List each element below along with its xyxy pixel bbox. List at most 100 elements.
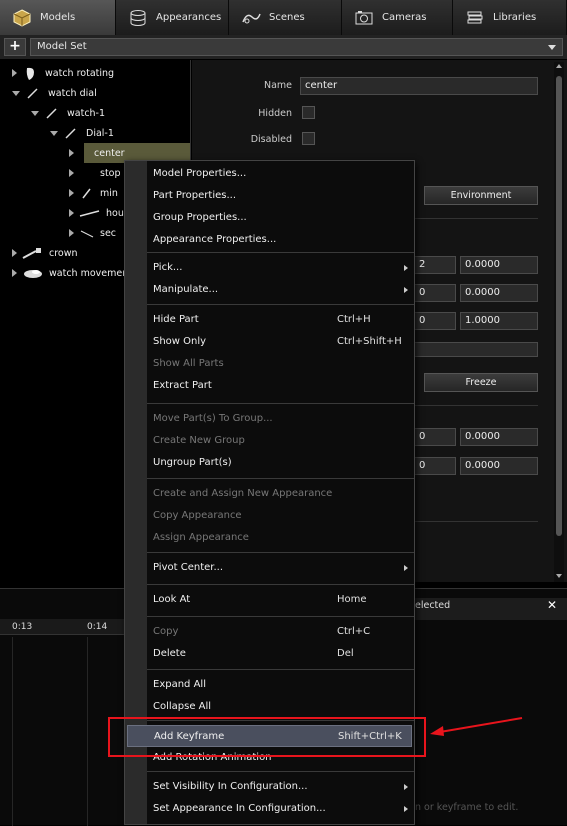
- model-set-bar: + Model Set: [0, 35, 567, 59]
- menu-item-shortcut: Ctrl+Shift+H: [337, 336, 402, 347]
- watch-rotating-icon: [22, 67, 40, 80]
- tree-item-dial-1[interactable]: Dial-1: [50, 123, 190, 143]
- menu-item-expand-all[interactable]: Expand All: [147, 674, 414, 696]
- menu-item-move-part-s-to-group: Move Part(s) To Group...: [147, 408, 414, 430]
- value-field[interactable]: 0.0000: [460, 256, 538, 274]
- menu-item-label: Expand All: [153, 679, 206, 690]
- expand-arrow-icon[interactable]: [12, 249, 17, 257]
- disabled-checkbox[interactable]: [302, 132, 315, 145]
- scrollbar-thumb[interactable]: [556, 76, 562, 536]
- timeline-ruler[interactable]: 0:13 0:14: [0, 619, 125, 635]
- menu-item-model-properties[interactable]: Model Properties...: [147, 163, 414, 185]
- tab-models[interactable]: Models: [0, 0, 116, 35]
- tree-item-label: hou: [106, 207, 124, 219]
- scroll-up-arrow-icon[interactable]: [554, 62, 564, 70]
- tree-item-label: Dial-1: [86, 127, 114, 139]
- freeze-button[interactable]: Freeze: [424, 373, 538, 392]
- tab-label: Libraries: [493, 12, 537, 23]
- tab-appearances[interactable]: Appearances: [116, 0, 229, 35]
- add-model-set-button[interactable]: +: [4, 38, 26, 56]
- value-field[interactable]: 1.0000: [460, 312, 538, 330]
- menu-item-label: Model Properties...: [153, 168, 247, 179]
- menu-item-label: Part Properties...: [153, 190, 236, 201]
- value-field-partial[interactable]: 0: [414, 457, 456, 475]
- divider: [414, 405, 538, 406]
- menu-item-label: Create New Group: [153, 435, 245, 446]
- menu-item-label: Manipulate...: [153, 284, 219, 295]
- appearances-cylinder-icon: [128, 8, 148, 28]
- model-set-dropdown[interactable]: Model Set: [30, 38, 563, 56]
- environment-button[interactable]: Environment: [424, 186, 538, 205]
- expand-arrow-icon[interactable]: [12, 69, 17, 77]
- menu-item-show-only[interactable]: Show Only Ctrl+Shift+H: [147, 331, 414, 353]
- value-field-partial[interactable]: 0: [414, 284, 456, 302]
- tree-item-watch-1[interactable]: watch-1: [31, 103, 190, 123]
- menu-item-delete[interactable]: Delete Del: [147, 643, 414, 665]
- expand-arrow-icon[interactable]: [69, 189, 74, 197]
- name-input[interactable]: center: [300, 77, 538, 95]
- menu-item-pick[interactable]: Pick...: [147, 257, 414, 279]
- name-label: Name: [263, 80, 292, 91]
- value-field[interactable]: 0.0000: [460, 284, 538, 302]
- properties-scrollbar[interactable]: [554, 62, 564, 582]
- tree-item-watch-dial[interactable]: watch dial: [12, 83, 190, 103]
- menu-item-copy: Copy Ctrl+C: [147, 621, 414, 643]
- menu-item-label: Appearance Properties...: [153, 234, 277, 245]
- camera-icon: [354, 8, 374, 28]
- tab-scenes[interactable]: Scenes: [229, 0, 342, 35]
- hidden-checkbox[interactable]: [302, 106, 315, 119]
- close-icon[interactable]: ✕: [547, 598, 557, 612]
- tab-label: Cameras: [382, 12, 427, 23]
- collapse-arrow-icon[interactable]: [31, 110, 39, 116]
- menu-item-group-properties[interactable]: Group Properties...: [147, 207, 414, 229]
- tab-cameras[interactable]: Cameras: [342, 0, 453, 35]
- slider-field[interactable]: [414, 342, 538, 357]
- tree-item-label: sec: [100, 227, 117, 239]
- menu-item-extract-part[interactable]: Extract Part: [147, 375, 414, 397]
- part-icon: [25, 87, 43, 99]
- scroll-down-arrow-icon[interactable]: [554, 572, 564, 580]
- expand-arrow-icon[interactable]: [69, 209, 74, 217]
- menu-item-label: Set Visibility In Configuration...: [153, 781, 308, 792]
- menu-item-look-at[interactable]: Look At Home: [147, 589, 414, 611]
- annotation-arrow-icon: [430, 717, 523, 736]
- menu-item-hide-part[interactable]: Hide Part Ctrl+H: [147, 309, 414, 331]
- expand-arrow-icon[interactable]: [69, 169, 74, 177]
- tree-item-label: watch dial: [48, 87, 97, 99]
- value-field-partial[interactable]: 0: [414, 312, 456, 330]
- timeline-gridline: [87, 637, 88, 826]
- submenu-arrow-icon: [404, 265, 408, 271]
- tree-item-watch-rotating[interactable]: watch rotating: [12, 63, 190, 83]
- expand-arrow-icon[interactable]: [69, 149, 74, 157]
- menu-item-label: Copy Appearance: [153, 510, 242, 521]
- tab-libraries[interactable]: Libraries: [453, 0, 567, 35]
- value-field[interactable]: 0.0000: [460, 428, 538, 446]
- menu-item-set-visibility-in-configuration[interactable]: Set Visibility In Configuration...: [147, 776, 414, 798]
- tree-item-label: watch-1: [67, 107, 106, 119]
- menu-item-ungroup-part-s[interactable]: Ungroup Part(s): [147, 452, 414, 474]
- menu-item-part-properties[interactable]: Part Properties...: [147, 185, 414, 207]
- annotation-highlight-box: [108, 717, 426, 757]
- divider: [414, 218, 538, 219]
- submenu-arrow-icon: [404, 287, 408, 293]
- value-field-partial[interactable]: 0: [414, 428, 456, 446]
- hour-hand-icon: [79, 207, 101, 219]
- menu-separator: [147, 616, 414, 617]
- menu-item-collapse-all[interactable]: Collapse All: [147, 696, 414, 718]
- collapse-arrow-icon[interactable]: [50, 130, 58, 136]
- submenu-arrow-icon: [404, 784, 408, 790]
- collapse-arrow-icon[interactable]: [12, 90, 20, 96]
- models-cube-icon: [12, 8, 32, 28]
- tab-label: Appearances: [156, 12, 222, 23]
- value-field-partial[interactable]: 2: [414, 256, 456, 274]
- menu-item-label: Set Appearance In Configuration...: [153, 803, 326, 814]
- menu-item-set-appearance-in-configuration[interactable]: Set Appearance In Configuration...: [147, 798, 414, 820]
- menu-item-manipulate[interactable]: Manipulate...: [147, 279, 414, 301]
- value-field[interactable]: 0.0000: [460, 457, 538, 475]
- expand-arrow-icon[interactable]: [12, 269, 17, 277]
- menu-item-create-new-group: Create New Group: [147, 430, 414, 452]
- scenes-icon: [241, 8, 261, 28]
- expand-arrow-icon[interactable]: [69, 229, 74, 237]
- menu-item-pivot-center[interactable]: Pivot Center...: [147, 557, 414, 579]
- menu-item-appearance-properties[interactable]: Appearance Properties...: [147, 229, 414, 251]
